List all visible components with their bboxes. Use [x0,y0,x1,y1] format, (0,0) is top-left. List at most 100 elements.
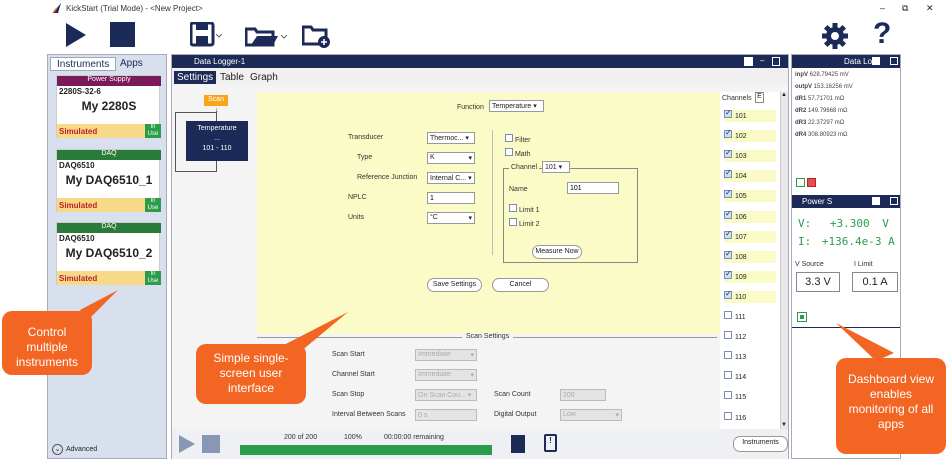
channel-checkbox[interactable]: ✓ [724,209,732,219]
channel-checkbox[interactable] [724,411,732,420]
tab-graph[interactable]: Graph [250,72,278,83]
channel-row[interactable]: ✓ 102 [724,128,776,143]
channel-row[interactable]: ✓ 108 [724,249,776,263]
datalog-play-icon[interactable] [796,178,805,187]
advanced-toggle[interactable]: ⌄ Advanced [52,444,97,455]
reference-junction-select[interactable]: Internal C... ▾ [427,172,475,184]
limit2-checkbox[interactable]: Limit 2 [509,218,540,228]
transducer-select[interactable]: Thermoc... ▾ [427,132,475,144]
type-select[interactable]: K ▾ [427,152,475,164]
scan-label[interactable]: Scan [204,95,228,106]
gear-icon[interactable] [820,22,850,52]
help-icon[interactable]: ? [873,17,891,51]
callout-dashboard-pointer [836,323,894,361]
scroll-down-icon[interactable]: ▼ [781,422,787,428]
limit1-checkbox[interactable]: Limit 1 [509,204,540,214]
channel-row[interactable]: ✓ 103 [724,148,776,163]
channels-label: Channels [722,95,752,102]
instrument-card-daq-2[interactable]: DAQ DAQ6510 My DAQ6510_2 Simulated In Us… [56,222,161,285]
channel-checkbox[interactable]: ✓ [724,168,732,179]
scan-stop-select[interactable]: On Scan Cou... ▾ [415,389,477,401]
nplc-input[interactable] [427,192,475,204]
instrument-card-power-supply[interactable]: Power Supply 2280S-32-6 My 2280S Simulat… [56,75,161,138]
channel-checkbox[interactable]: ✓ [724,108,732,118]
channel-checkbox[interactable]: ✓ [724,289,732,299]
channel-row[interactable]: 115 [724,391,776,403]
channel-checkbox[interactable]: ✓ [724,188,732,199]
tab-apps[interactable]: Apps [114,57,149,71]
close-button[interactable]: ✕ [926,3,934,14]
units-select[interactable]: °C ▾ [427,212,475,224]
tab-table[interactable]: Table [220,72,244,83]
filter-checkbox[interactable]: Filter [505,134,531,144]
channel-checkbox[interactable] [724,351,732,360]
scroll-up-icon[interactable]: ▲ [781,92,787,98]
i-label: I: [798,235,812,248]
channel-row[interactable]: ✓ 101 [724,108,776,122]
channel-checkbox[interactable]: ✓ [724,249,732,259]
new-folder-icon[interactable] [301,23,332,51]
power-close-icon[interactable] [890,197,898,205]
channel-row[interactable]: 113 [724,351,776,363]
run-stop-icon[interactable] [202,435,220,453]
export-icon[interactable] [511,435,525,453]
run-play-icon[interactable] [178,434,196,456]
channel-checkbox[interactable]: ✓ [724,128,732,139]
channel-checkbox[interactable] [724,391,732,400]
power-expand-icon[interactable] [872,197,880,205]
play-icon[interactable] [64,22,88,50]
digital-output-select[interactable]: Low ▾ [560,409,622,421]
save-settings-button[interactable]: Save Settings [427,278,482,292]
name-input[interactable] [567,182,619,194]
channel-checkbox[interactable]: ✓ [724,148,732,159]
tab-settings[interactable]: Settings [174,71,217,84]
channel-checkbox[interactable] [724,371,732,380]
channel-row[interactable]: 116 [724,411,776,424]
minimize-button[interactable]: – [880,3,885,13]
channel-start-select[interactable]: Immediate ▾ [415,369,477,381]
channel-row[interactable]: ✓ 107 [724,229,776,243]
channel-checkbox[interactable]: ✓ [724,269,732,279]
datalog-close-icon[interactable] [890,57,898,65]
stop-icon[interactable] [110,22,135,47]
power-title: Power S [792,195,900,208]
channel-row[interactable]: ✓ 109 [724,269,776,283]
channels-e-button[interactable]: E [755,92,764,103]
channel-checkbox[interactable]: ✓ [724,229,732,239]
expand-icon[interactable] [744,57,753,66]
callout-dashboard: Dashboard view enables monitoring of all… [836,358,946,454]
trash-icon[interactable] [772,57,780,66]
instruments-button[interactable]: Instruments [733,436,788,452]
function-select[interactable]: Temperature ▾ [489,100,544,112]
measure-now-button[interactable]: Measure Now [532,245,582,259]
channel-row[interactable]: 114 [724,371,776,383]
channel-checkbox[interactable] [724,311,732,319]
clipboard-icon[interactable]: ! [544,434,557,452]
restore-button[interactable]: ⧉ [902,3,908,14]
interval-input[interactable] [415,409,477,421]
datalog-expand-icon[interactable] [872,57,880,65]
channel-row[interactable]: ✓ 105 [724,188,776,203]
channel-row[interactable]: ✓ 110 [724,289,776,303]
ilimit-input[interactable]: 0.1 A [852,272,898,292]
instrument-card-daq-1[interactable]: DAQ DAQ6510 My DAQ6510_1 Simulated In Us… [56,149,161,212]
output-toggle[interactable] [797,312,807,322]
channel-row[interactable]: ✓ 106 [724,209,776,223]
minimize-panel-icon[interactable]: – [760,56,764,65]
scrollbar[interactable]: ▲ ▼ [780,92,788,430]
save-icon[interactable] [189,21,224,50]
math-checkbox[interactable]: Math [505,148,531,158]
channel-checkbox[interactable] [724,331,732,340]
scan-start-select[interactable]: Immediate ▾ [415,349,477,361]
channel-row[interactable]: 111 [724,311,776,323]
channel-row[interactable]: ✓ 104 [724,168,776,183]
vsource-input[interactable]: 3.3 V [796,272,840,292]
cancel-button[interactable]: Cancel [492,278,549,292]
tab-instruments[interactable]: Instruments [50,57,117,71]
scan-block[interactable]: Temperature ... 101 - 110 [186,121,248,161]
open-folder-icon[interactable] [244,23,289,51]
scan-count-input[interactable] [560,389,606,401]
channel-select[interactable]: 101 ▾ [542,161,570,173]
channel-row[interactable]: 112 [724,331,776,343]
datalog-stop-icon[interactable] [807,178,816,187]
